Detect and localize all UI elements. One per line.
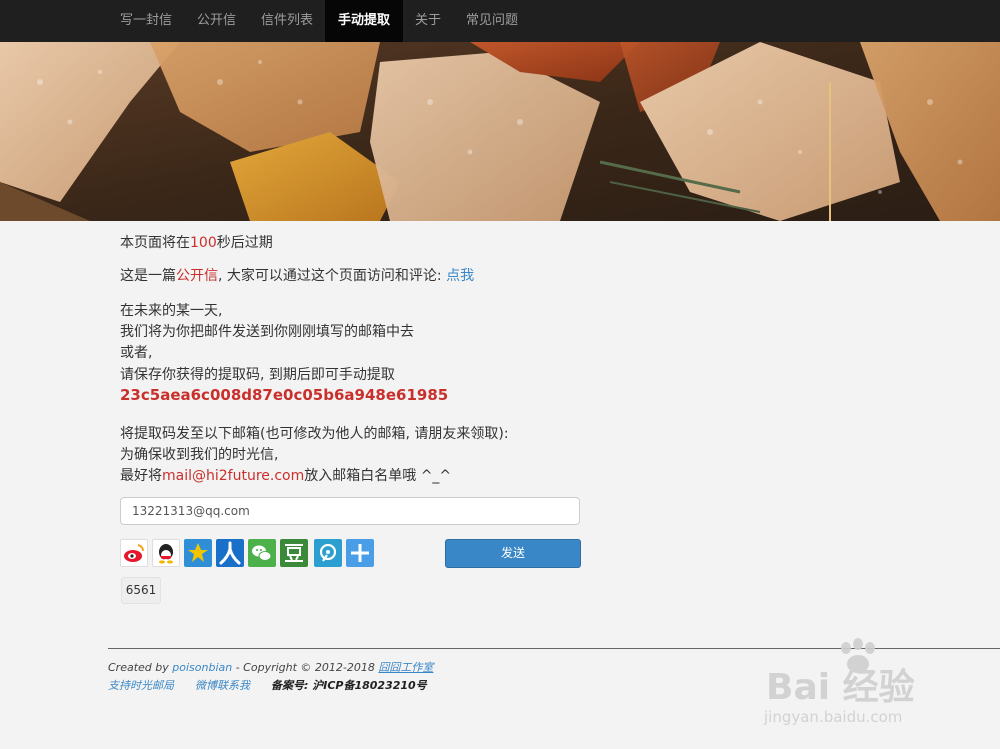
footer-links: 支持时光邮局 微博联系我 备案号: 沪ICP备18023210号 [108, 677, 427, 693]
contact-weibo-link[interactable]: 微博联系我 [195, 679, 250, 692]
footer-copyright: - Copyright © 2012-2018 [232, 661, 379, 674]
whitelist-suffix: 放入邮箱白名单哦 ^_^ [304, 468, 452, 484]
message-line-4: 请保存你获得的提取码, 到期后即可手动提取 [120, 367, 395, 383]
whitelist-line: 最好将mail@hi2future.com放入邮箱白名单哦 ^_^ [120, 465, 451, 485]
expire-suffix: 秒后过期 [216, 235, 273, 251]
message-line-2: 我们将为你把邮件发送到你刚刚填写的邮箱中去 [120, 324, 414, 340]
studio-link[interactable]: 囧囧工作室 [378, 661, 433, 674]
top-navbar: 写一封信 公开信 信件列表 手动提取 关于 常见问题 [0, 0, 1000, 42]
nav-item-letter-list[interactable]: 信件列表 [248, 0, 326, 42]
email-input[interactable] [120, 497, 580, 525]
whitelist-email: mail@hi2future.com [162, 468, 305, 484]
footer-created-by: Created by [108, 661, 173, 674]
public-prefix: 这是一篇 [120, 268, 176, 284]
click-me-link[interactable]: 点我 [446, 268, 474, 284]
expire-notice: 本页面将在100秒后过期 [120, 232, 273, 252]
nav-item-public-letters[interactable]: 公开信 [184, 0, 249, 42]
banner-image [0, 42, 1000, 221]
public-middle: , 大家可以通过这个页面访问和评论: [218, 268, 447, 284]
autumn-leaves-image [0, 42, 1000, 221]
author-link[interactable]: poisonbian [172, 661, 232, 674]
baidu-watermark: Bai 经验 jingyan.baidu.com [762, 636, 962, 736]
icp-record: 备案号: 沪ICP备18023210号 [271, 679, 427, 692]
send-ensure-line: 为确保收到我们的时光信, [120, 447, 279, 463]
wechat-icon[interactable] [248, 539, 276, 567]
nav-item-faq[interactable]: 常见问题 [453, 0, 531, 42]
nav-item-write-letter[interactable]: 写一封信 [107, 0, 185, 42]
send-button[interactable]: 发送 [445, 539, 581, 568]
qzone-icon[interactable] [184, 539, 212, 567]
nav-item-manual-extract[interactable]: 手动提取 [325, 0, 404, 42]
more-plus-icon[interactable] [346, 539, 374, 567]
public-highlight: 公开信 [176, 268, 218, 284]
douban-icon[interactable] [280, 539, 308, 567]
watermark-brand: Bai 经验 [766, 667, 915, 708]
tencent-weibo-icon[interactable] [314, 539, 342, 567]
qq-icon[interactable] [152, 539, 180, 567]
renren-icon[interactable] [216, 539, 244, 567]
public-letter-line: 这是一篇公开信, 大家可以通过这个页面访问和评论: 点我 [120, 265, 474, 285]
support-link[interactable]: 支持时光邮局 [108, 679, 174, 692]
send-instructions: 将提取码发至以下邮箱(也可修改为他人的邮箱, 请朋友来领取): [120, 426, 509, 442]
message-line-3: 或者, [120, 345, 153, 361]
weibo-icon[interactable] [120, 539, 148, 567]
whitelist-prefix: 最好将 [120, 468, 162, 484]
expire-prefix: 本页面将在 [120, 235, 190, 251]
message-line-1: 在未来的某一天, [120, 303, 223, 319]
expire-seconds: 100 [190, 235, 217, 251]
nav-item-about[interactable]: 关于 [402, 0, 454, 42]
captcha-code: 6561 [121, 577, 161, 604]
watermark-url: jingyan.baidu.com [764, 708, 903, 726]
extract-code: 23c5aea6c008d87e0c05b6a948e61985 [120, 386, 449, 404]
footer-credits: Created by poisonbian - Copyright © 2012… [108, 659, 433, 675]
